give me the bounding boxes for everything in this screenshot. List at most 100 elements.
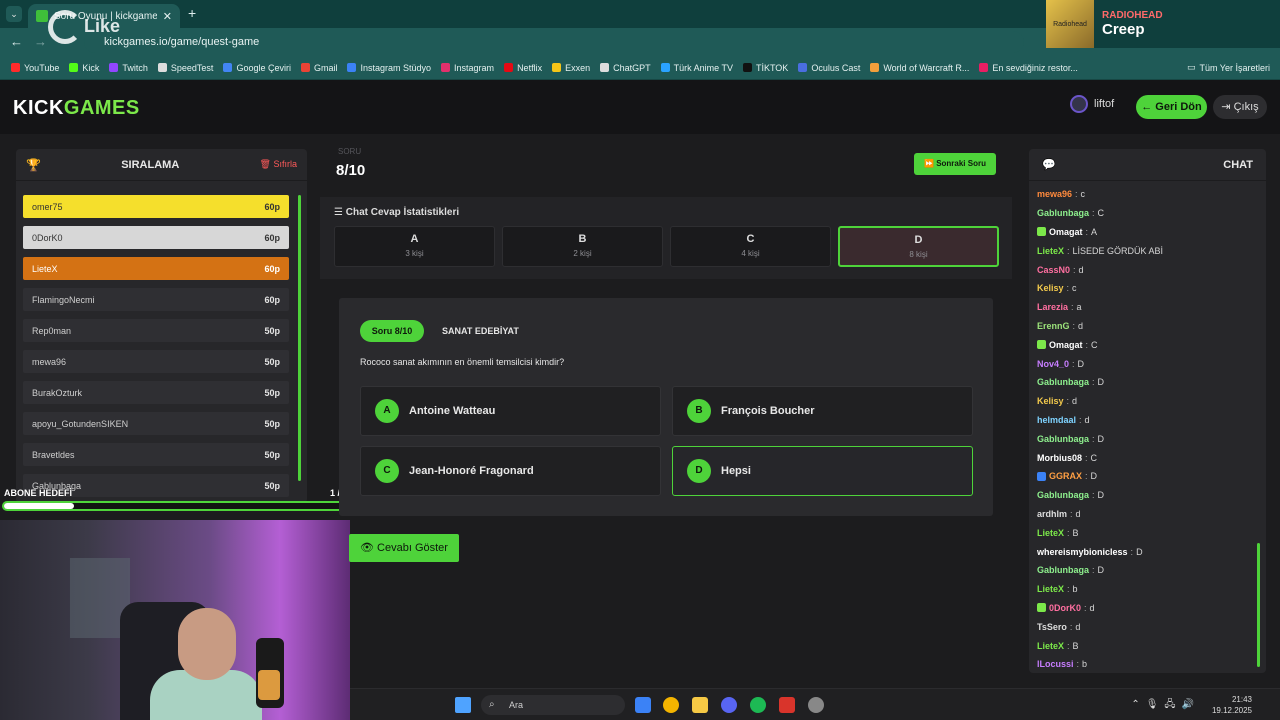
back-button[interactable]: ← Geri Dön [1136, 95, 1207, 119]
taskbar-clock[interactable]: 21:43 19.12.2025 [1212, 694, 1252, 716]
tab-list-icon[interactable]: ⌄ [6, 6, 22, 22]
bookmark-item[interactable]: Kick [64, 63, 104, 73]
bookmark-label: Exxen [565, 62, 591, 73]
chat-username[interactable]: LieteX [1037, 246, 1064, 256]
answer-option-c[interactable]: C Jean-Honoré Fragonard [360, 446, 661, 496]
chat-username[interactable]: Omagat [1049, 227, 1083, 237]
player-points: 50p [264, 356, 280, 367]
bookmark-item[interactable]: Exxen [547, 63, 595, 73]
answer-stat-b: B 2 kişi [502, 226, 663, 267]
bookmark-item[interactable]: Instagram [436, 63, 499, 73]
bookmark-item[interactable]: TİKTOK [738, 63, 793, 73]
chat-username[interactable]: ardhlm [1037, 509, 1067, 519]
chat-username[interactable]: Gablunbaga [1037, 565, 1089, 575]
exit-button[interactable]: ⇥ Çıkış [1213, 95, 1267, 119]
leaderboard-row: Bravetldes 50p [23, 443, 289, 466]
chat-username[interactable]: Gablunbaga [1037, 208, 1089, 218]
chat-message: TsSero: d [1037, 617, 1251, 636]
chat-panel: 💬 CHAT mewa96: c Gablunbaga: C Omagat: A Liete… [1029, 149, 1266, 673]
forward-icon[interactable]: → [34, 34, 47, 49]
chat-separator: : [1067, 584, 1070, 595]
bookmark-favicon-icon [798, 63, 808, 72]
chat-username[interactable]: Morbius08 [1037, 453, 1082, 463]
player-name: omer75 [32, 201, 63, 212]
bookmark-item[interactable]: En sevdiğiniz restor... [974, 63, 1083, 73]
app-obs-icon[interactable] [779, 697, 795, 713]
chat-username[interactable]: Larezia [1037, 302, 1068, 312]
chat-message: mewa96: c [1037, 185, 1251, 204]
goal-label: ABONE HEDEFİ [4, 488, 73, 498]
system-tray[interactable]: ⌃🎙🖧🔊 [1131, 697, 1200, 714]
bookmark-item[interactable]: Gmail [296, 63, 343, 73]
chat-username[interactable]: helmdaal [1037, 415, 1076, 425]
chat-message: ardhlm: d [1037, 505, 1251, 524]
reset-button[interactable]: 🗑 Sıfırla [260, 159, 297, 170]
user-profile[interactable]: liftof [1070, 95, 1114, 113]
show-answer-button[interactable]: 👁 Cevabı Göster [349, 534, 459, 562]
bookmark-item[interactable]: Oculus Cast [793, 63, 865, 73]
chat-username[interactable]: 0DorK0 [1049, 603, 1081, 613]
app-spotify-icon[interactable] [750, 697, 766, 713]
bookmark-item[interactable]: Türk Anime TV [656, 63, 738, 73]
app-chrome-icon[interactable] [663, 697, 679, 713]
all-bookmarks-button[interactable]: ▭ Tüm Yer İşaretleri [1187, 62, 1270, 73]
next-question-button[interactable]: ⏩ Sonraki Soru [914, 153, 996, 175]
answer-option-d[interactable]: D Hepsi [672, 446, 973, 496]
bookmark-item[interactable]: ChatGPT [595, 63, 656, 73]
site-logo[interactable]: KICKGAMES [13, 97, 140, 120]
close-tab-icon[interactable]: ✕ [163, 10, 172, 23]
url-field[interactable]: kickgames.io/game/quest-game [84, 31, 1024, 53]
chat-username[interactable]: GGRAX [1049, 471, 1082, 481]
back-icon[interactable]: ← [10, 34, 23, 49]
chat-username[interactable]: mewa96 [1037, 189, 1072, 199]
answer-stat-c: C 4 kişi [670, 226, 831, 267]
player-name: apoyu_GotundenSIKEN [32, 418, 129, 429]
chat-separator: : [1075, 189, 1078, 200]
bookmark-item[interactable]: Twitch [104, 63, 153, 73]
leaderboard-row: LieteX 60p [23, 257, 289, 280]
bookmark-item[interactable]: SpeedTest [153, 63, 219, 73]
bookmark-favicon-icon [11, 63, 20, 72]
chat-username[interactable]: ErennG [1037, 321, 1070, 331]
bookmark-item[interactable]: YouTube [6, 63, 64, 73]
chat-message: helmdaal: d [1037, 411, 1251, 430]
taskbar-search[interactable]: ⌕ Ara [481, 695, 625, 715]
bookmark-item[interactable]: World of Warcraft R... [865, 63, 974, 73]
bookmark-item[interactable]: Instagram Stüdyo [342, 63, 436, 73]
answer-option-a[interactable]: A Antoine Watteau [360, 386, 661, 436]
chat-username[interactable]: TsSero [1037, 622, 1067, 632]
bookmark-favicon-icon [300, 63, 310, 72]
app-settings-icon[interactable] [808, 697, 824, 713]
chat-username[interactable]: lLocussi [1037, 659, 1074, 669]
windows-start-icon[interactable] [455, 697, 471, 713]
chat-username[interactable]: Kelisy [1037, 396, 1064, 406]
bookmark-favicon-icon [157, 63, 167, 72]
answer-option-b[interactable]: B François Boucher [672, 386, 973, 436]
chat-username[interactable]: LieteX [1037, 528, 1064, 538]
chat-username[interactable]: Gablunbaga [1037, 434, 1089, 444]
chat-username[interactable]: LieteX [1037, 584, 1064, 594]
app-discord-icon[interactable] [721, 697, 737, 713]
new-tab-icon[interactable]: + [188, 5, 196, 21]
chat-message: Gablunbaga: D [1037, 429, 1251, 448]
chat-message-list: mewa96: c Gablunbaga: C Omagat: A LieteX: LİSED… [1037, 185, 1251, 673]
chat-scrollbar[interactable] [1257, 543, 1260, 667]
leaderboard-scrollbar[interactable] [298, 195, 301, 481]
app-explorer-icon[interactable] [692, 697, 708, 713]
chat-username[interactable]: Gablunbaga [1037, 490, 1089, 500]
chat-username[interactable]: Gablunbaga [1037, 377, 1089, 387]
chat-username[interactable]: CassN0 [1037, 265, 1070, 275]
bookmark-item[interactable]: Netflix [499, 63, 547, 73]
bookmark-item[interactable]: Google Çeviri [218, 63, 296, 73]
app-photos-icon[interactable] [635, 697, 651, 713]
chat-username[interactable]: whereismybionicless [1037, 547, 1128, 557]
chat-username[interactable]: Omagat [1049, 340, 1083, 350]
chat-text: D [1097, 490, 1105, 501]
search-icon: ⌕ [489, 699, 495, 710]
chat-separator: : [1072, 358, 1075, 369]
chat-username[interactable]: Nov4_0 [1037, 359, 1069, 369]
chat-username[interactable]: LieteX [1037, 641, 1064, 651]
chat-username[interactable]: Kelisy [1037, 283, 1064, 293]
leaderboard-row: mewa96 50p [23, 350, 289, 373]
question-pill: Soru 8/10 [360, 320, 424, 342]
